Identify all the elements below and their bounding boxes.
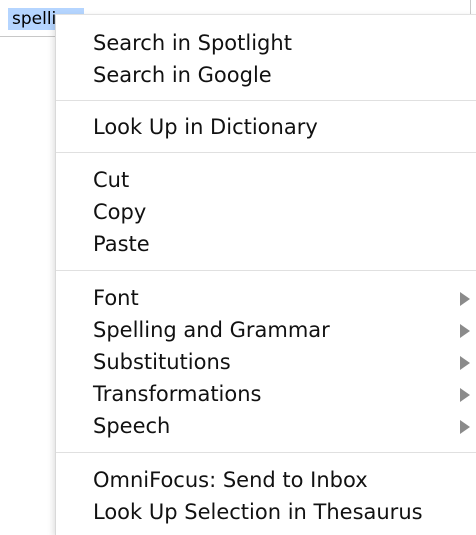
menu-item-paste[interactable]: Paste	[56, 228, 476, 260]
menu-item-search-in-google[interactable]: Search in Google	[56, 59, 476, 91]
submenu-arrow-icon	[460, 292, 470, 306]
menu-group-submenus: Font Spelling and Grammar Substitutions …	[56, 282, 476, 442]
context-menu: Search in Spotlight Search in Google Loo…	[55, 14, 476, 535]
menu-item-font[interactable]: Font	[56, 282, 476, 314]
menu-item-label: Search in Spotlight	[93, 31, 292, 55]
menu-item-look-up-selection-in-thesaurus[interactable]: Look Up Selection in Thesaurus	[56, 496, 476, 528]
menu-item-label: Substitutions	[93, 350, 231, 374]
submenu-arrow-icon	[460, 420, 470, 434]
menu-item-label: OmniFocus: Send to Inbox	[93, 468, 368, 492]
menu-separator	[56, 100, 476, 101]
menu-separator	[56, 452, 476, 453]
menu-group-search: Search in Spotlight Search in Google	[56, 27, 476, 91]
menu-item-label: Font	[93, 286, 139, 310]
menu-item-label: Copy	[93, 200, 147, 224]
menu-item-spelling-and-grammar[interactable]: Spelling and Grammar	[56, 314, 476, 346]
menu-item-label: Paste	[93, 232, 150, 256]
menu-group-services: OmniFocus: Send to Inbox Look Up Selecti…	[56, 464, 476, 528]
menu-item-search-in-spotlight[interactable]: Search in Spotlight	[56, 27, 476, 59]
submenu-arrow-icon	[460, 388, 470, 402]
menu-item-substitutions[interactable]: Substitutions	[56, 346, 476, 378]
menu-item-label: Cut	[93, 168, 130, 192]
menu-item-label: Look Up Selection in Thesaurus	[93, 500, 423, 524]
menu-group-edit: Cut Copy Paste	[56, 164, 476, 260]
menu-item-look-up-in-dictionary[interactable]: Look Up in Dictionary	[56, 111, 476, 143]
menu-item-label: Speech	[93, 414, 171, 438]
menu-separator	[56, 270, 476, 271]
menu-item-transformations[interactable]: Transformations	[56, 378, 476, 410]
menu-item-cut[interactable]: Cut	[56, 164, 476, 196]
menu-item-label: Search in Google	[93, 63, 272, 87]
menu-item-label: Look Up in Dictionary	[93, 115, 318, 139]
menu-separator	[56, 152, 476, 153]
menu-item-speech[interactable]: Speech	[56, 410, 476, 442]
menu-group-dictionary: Look Up in Dictionary	[56, 111, 476, 143]
submenu-arrow-icon	[460, 324, 470, 338]
menu-item-copy[interactable]: Copy	[56, 196, 476, 228]
menu-item-label: Spelling and Grammar	[93, 318, 330, 342]
menu-item-label: Transformations	[93, 382, 262, 406]
submenu-arrow-icon	[460, 356, 470, 370]
menu-item-omnifocus-send-to-inbox[interactable]: OmniFocus: Send to Inbox	[56, 464, 476, 496]
